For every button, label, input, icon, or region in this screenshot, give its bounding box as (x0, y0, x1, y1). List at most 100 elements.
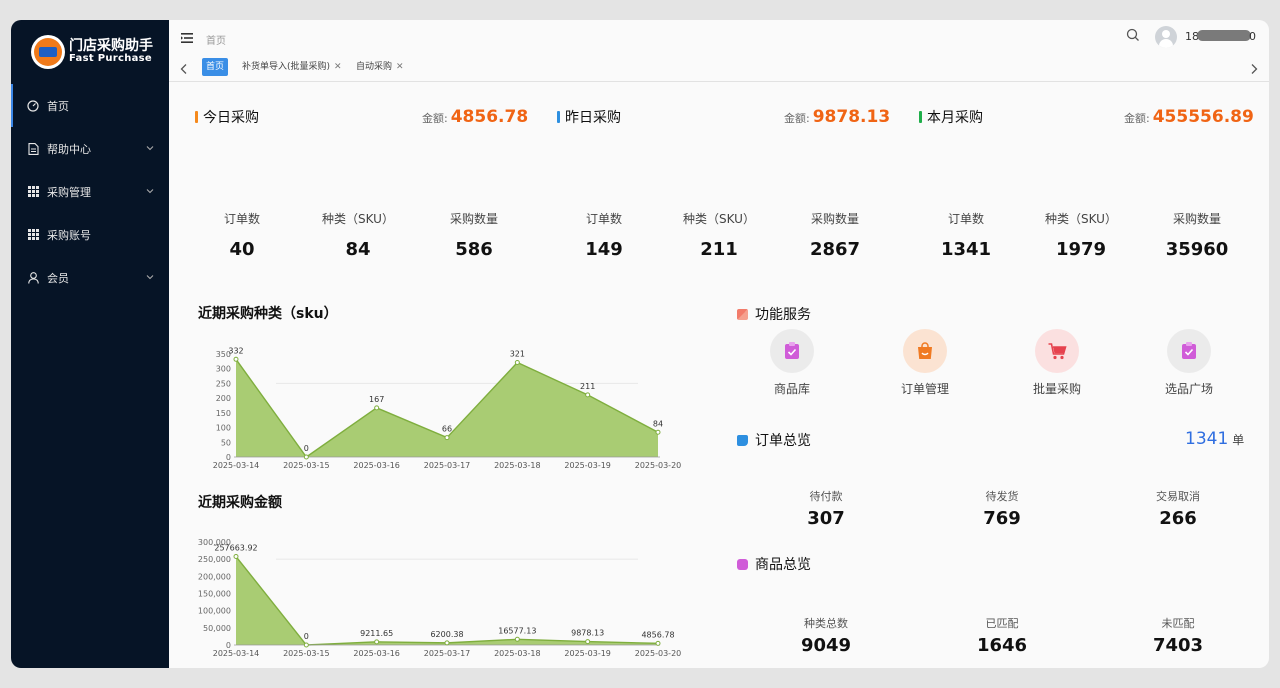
sidebar-item-label: 帮助中心 (47, 142, 91, 156)
document-icon (26, 142, 40, 156)
tab-home[interactable]: 首页 (202, 58, 229, 76)
sidebar-item-label: 会员 (47, 271, 69, 285)
x-tick-label: 2025-03-17 (424, 461, 471, 470)
data-point (233, 356, 239, 362)
services-title: 功能服务 (737, 304, 811, 324)
x-tick-label: 2025-03-16 (353, 461, 400, 470)
user-icon (26, 271, 40, 285)
service-order-management[interactable]: 订单管理 (880, 329, 970, 397)
data-point (444, 435, 450, 441)
data-label: 9211.65 (360, 629, 393, 638)
data-point (374, 639, 380, 645)
today-purchase-title: 今日采购 (195, 107, 259, 127)
grid-icon (26, 228, 40, 242)
y-tick-label: 50 (221, 438, 231, 447)
y-tick-label: 250 (216, 379, 231, 388)
app-title: 门店采购助手 (69, 38, 153, 55)
username-suffix: 0 (1249, 30, 1256, 43)
service-product-library[interactable]: 商品库 (747, 329, 837, 397)
data-point (514, 360, 520, 366)
sidebar-item-home[interactable]: 首页 (11, 84, 169, 127)
menu-toggle-icon[interactable] (181, 32, 193, 44)
data-point (303, 454, 309, 460)
search-icon[interactable] (1126, 28, 1140, 42)
data-label: 167 (369, 395, 384, 404)
main-content: 今日采购 金额: 4856.78 订单数 40 种类（SKU） 84 采购数量 586 … (169, 82, 1269, 668)
tab-auto-purchase[interactable]: 自动采购 ✕ (352, 58, 408, 76)
data-point (585, 639, 591, 645)
data-label: 84 (653, 419, 663, 428)
avatar[interactable] (1155, 26, 1177, 48)
yesterday-purchase-title: 昨日采购 (557, 107, 621, 127)
yesterday-sku: 种类（SKU） 211 (683, 212, 755, 260)
data-point (303, 642, 309, 648)
y-tick-label: 200,000 (198, 572, 231, 581)
data-point (655, 640, 661, 646)
x-tick-label: 2025-03-19 (564, 461, 611, 470)
order-total: 1341 单 (1185, 429, 1245, 449)
today-quantity: 采购数量 586 (449, 212, 498, 260)
chevron-down-icon (146, 146, 154, 151)
y-tick-label: 200 (216, 394, 231, 403)
x-tick-label: 2025-03-14 (213, 461, 260, 470)
x-tick-label: 2025-03-20 (635, 649, 682, 658)
data-label: 0 (304, 632, 309, 641)
sku-area-chart: 0501001502002503003503322025-03-1402025-… (213, 346, 682, 470)
app-logo[interactable]: 门店采购助手 Fast Purchase (11, 20, 169, 84)
data-point (585, 392, 591, 398)
yesterday-orders: 订单数 149 (585, 212, 623, 260)
x-tick-label: 2025-03-16 (353, 649, 400, 658)
accent-bar (919, 111, 922, 123)
sidebar-item-label: 首页 (47, 99, 69, 113)
pending-payment[interactable]: 待付款 307 (771, 488, 881, 529)
unmatched-products: 未匹配 7403 (1152, 617, 1204, 656)
cancelled-orders[interactable]: 交易取消 266 (1123, 488, 1233, 529)
y-tick-label: 100 (216, 424, 231, 433)
matched-products: 已匹配 1646 (976, 617, 1028, 656)
x-tick-label: 2025-03-15 (283, 649, 330, 658)
amount-area-chart: 050,000100,000150,000200,000250,000300,0… (198, 538, 682, 658)
top-bar: 首页 18 0 (169, 20, 1269, 58)
close-icon[interactable]: ✕ (334, 62, 342, 72)
tabs-bar: 首页 补货单导入(批量采购) ✕ 自动采购 ✕ (169, 58, 1269, 82)
service-batch-purchase[interactable]: 批量采购 (1012, 329, 1102, 397)
username-redaction (1197, 30, 1251, 41)
data-label: 0 (304, 444, 309, 453)
data-point (514, 636, 520, 642)
sidebar-item-label: 采购账号 (47, 228, 91, 242)
month-orders: 订单数 1341 (940, 212, 992, 260)
today-sku: 种类（SKU） 84 (322, 212, 394, 260)
area-fill (236, 359, 658, 457)
today-orders: 订单数 40 (223, 212, 260, 260)
data-label: 16577.13 (498, 626, 536, 635)
amount-chart-title: 近期采购金额 (198, 495, 282, 511)
order-bag-icon (903, 329, 947, 373)
data-point (444, 640, 450, 646)
chevron-right-icon[interactable] (1249, 63, 1259, 75)
y-tick-label: 250,000 (198, 555, 231, 564)
services-icon (737, 308, 748, 320)
pending-shipment[interactable]: 待发货 769 (947, 488, 1057, 529)
chevron-left-icon[interactable] (179, 63, 189, 75)
total-sku-kinds: 种类总数 9049 (800, 617, 852, 656)
x-tick-label: 2025-03-17 (424, 649, 471, 658)
close-icon[interactable]: ✕ (396, 62, 404, 72)
dashboard-icon (26, 99, 40, 113)
sidebar-item-member[interactable]: 会员 (11, 256, 169, 299)
sidebar-item-help[interactable]: 帮助中心 (11, 127, 169, 170)
data-label: 9878.13 (571, 629, 604, 638)
month-purchase-title: 本月采购 (919, 107, 983, 127)
yesterday-amount: 金额: 9878.13 (784, 107, 891, 127)
sidebar-item-purchase-management[interactable]: 采购管理 (11, 170, 169, 213)
selection-icon (1167, 329, 1211, 373)
app-window: 门店采购助手 Fast Purchase 首页 帮助中心 采购管理 采购账号 会… (11, 20, 1269, 668)
yesterday-quantity: 采购数量 2867 (809, 212, 861, 260)
sidebar-item-purchase-account[interactable]: 采购账号 (11, 213, 169, 256)
month-amount: 金额: 455556.89 (1124, 107, 1254, 127)
data-label: 257663.92 (214, 544, 257, 553)
tab-restock-import[interactable]: 补货单导入(批量采购) ✕ (238, 58, 346, 76)
products-title: 商品总览 (737, 554, 811, 574)
x-tick-label: 2025-03-18 (494, 461, 541, 470)
breadcrumb: 首页 (206, 36, 226, 47)
service-selection-square[interactable]: 选品广场 (1144, 329, 1234, 397)
